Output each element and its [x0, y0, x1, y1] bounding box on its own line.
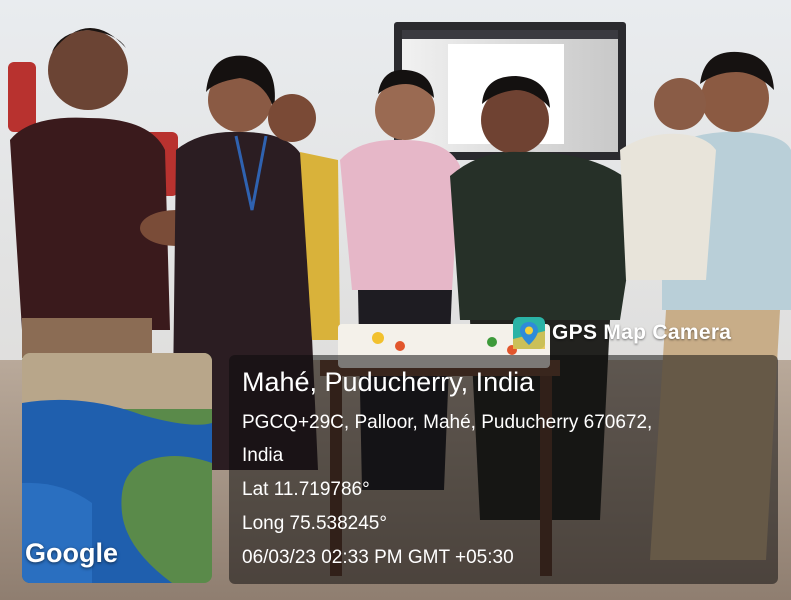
address-line-2: India	[242, 445, 284, 466]
geotagged-photo: Google GPS Map Camera Mahé, Puducherry, …	[0, 0, 791, 600]
map-pin-icon	[513, 317, 545, 349]
app-name: GPS Map Camera	[552, 321, 732, 344]
location-info-panel: Mahé, Puducherry, India PGCQ+29C, Palloo…	[229, 355, 778, 584]
datetime-text: 06/03/23 02:33 PM GMT +05:30	[242, 547, 514, 568]
address-line-1: PGCQ+29C, Palloor, Mahé, Puducherry 6706…	[242, 412, 653, 433]
location-title: Mahé, Puducherry, India	[242, 367, 535, 397]
map-thumbnail: Google	[22, 353, 212, 583]
latitude-text: Lat 11.719786°	[242, 479, 370, 500]
longitude-text: Long 75.538245°	[242, 513, 387, 534]
google-logo: Google	[25, 538, 118, 568]
gps-map-camera-brand: GPS Map Camera	[513, 316, 731, 350]
